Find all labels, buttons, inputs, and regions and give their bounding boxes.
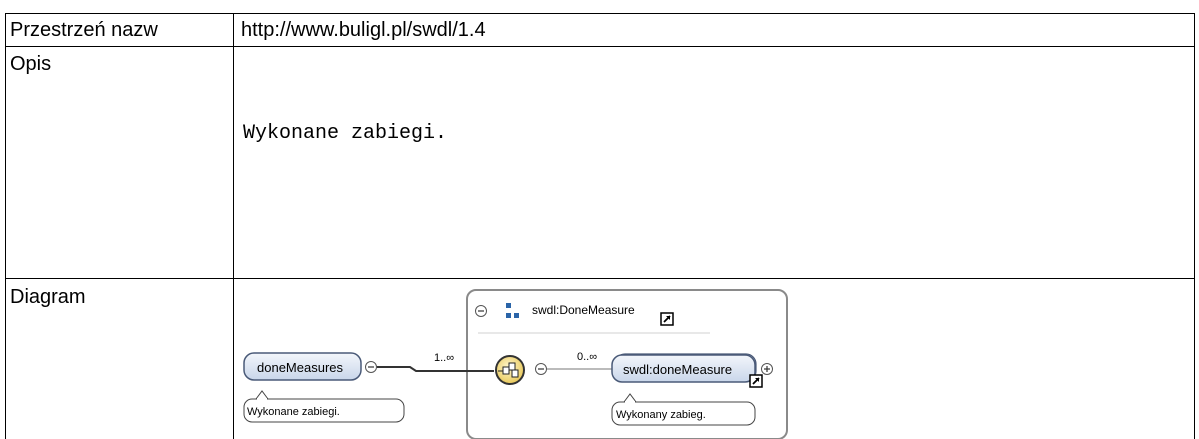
root-cardinality: 1..∞ — [434, 352, 454, 364]
child-element-name: swdl:doneMeasure — [623, 362, 732, 377]
type-name: swdl:DoneMeasure — [532, 303, 635, 317]
root-element-name: doneMeasures — [257, 360, 343, 375]
collapse-minus-icon[interactable] — [365, 361, 377, 373]
child-cardinality: 0..∞ — [577, 351, 597, 363]
expand-plus-icon[interactable] — [761, 363, 773, 375]
collapse-minus-icon[interactable] — [535, 363, 547, 375]
collapse-minus-icon[interactable] — [475, 305, 487, 317]
child-annotation: Wykonany zabieg. — [616, 409, 706, 421]
root-annotation: Wykonane zabiegi. — [247, 406, 340, 418]
sequence-icon[interactable] — [495, 355, 525, 385]
schema-diagram: swdl:DoneMeasure doneMeasures 1..∞ Wykon… — [243, 289, 788, 439]
link-arrow-icon[interactable] — [749, 374, 763, 388]
link-arrow-icon[interactable] — [660, 312, 674, 326]
